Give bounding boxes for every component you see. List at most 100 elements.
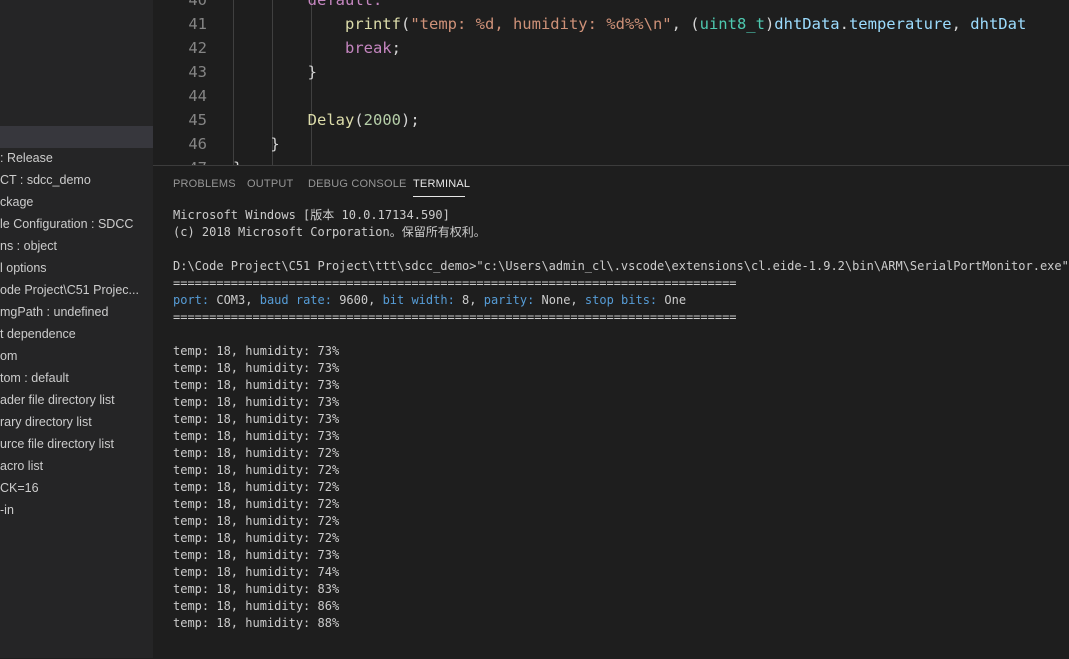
setting-key: stop bits: xyxy=(584,293,665,307)
code-token: ( xyxy=(400,15,411,33)
terminal-line: temp: 18, humidity: 72% xyxy=(173,514,340,528)
code-token: ); xyxy=(401,111,420,129)
code-token: dhtData xyxy=(774,15,840,33)
terminal-line: temp: 18, humidity: 73% xyxy=(173,378,340,392)
code-token: ; xyxy=(391,39,401,57)
terminal-line: temp: 18, humidity: 73% xyxy=(173,429,340,443)
code-text: } xyxy=(233,156,242,165)
code-token: , xyxy=(951,15,971,33)
code-text: break; xyxy=(233,36,401,60)
line-number: 47 xyxy=(153,156,207,165)
sidebar-tree-item[interactable]: le Configuration : SDCC xyxy=(0,213,133,235)
sidebar-tree-item[interactable]: ode Project\C51 Projec... xyxy=(0,279,139,301)
code-token: dhtDat xyxy=(970,15,1027,33)
code-token: uint8_t xyxy=(699,15,765,33)
terminal-line: D:\Code Project\C51 Project\ttt\sdcc_dem… xyxy=(173,259,1069,273)
code-token: ( xyxy=(354,111,364,129)
code-token: Delay xyxy=(307,111,355,129)
serial-port-settings-line: port: COM3, baud rate: 9600, bit width: … xyxy=(173,292,1069,309)
code-token: temperature xyxy=(848,15,952,33)
terminal-line: temp: 18, humidity: 72% xyxy=(173,446,340,460)
terminal-line: temp: 18, humidity: 73% xyxy=(173,344,340,358)
sidebar-tree-item[interactable]: ckage xyxy=(0,191,33,213)
terminal-line: temp: 18, humidity: 72% xyxy=(173,480,340,494)
terminal-line: temp: 18, humidity: 86% xyxy=(173,599,340,613)
tab-output[interactable]: OUTPUT xyxy=(247,178,293,190)
code-text: printf("temp: %d, humidity: %d%%\n", (ui… xyxy=(233,12,1026,36)
code-text: Delay(2000); xyxy=(233,108,420,132)
sidebar-tree-item[interactable]: mgPath : undefined xyxy=(0,301,108,323)
tab-problems[interactable]: PROBLEMS xyxy=(173,178,236,190)
sidebar-tree-item[interactable]: -in xyxy=(0,499,14,521)
code-token: ) xyxy=(764,15,775,33)
code-line[interactable]: 45 Delay(2000); xyxy=(153,108,1069,132)
line-number: 40 xyxy=(188,0,207,9)
setting-key: baud rate: xyxy=(259,293,340,307)
code-line[interactable]: 42 break; xyxy=(153,36,1069,60)
setting-value: 8, xyxy=(462,293,484,307)
terminal-line: temp: 18, humidity: 73% xyxy=(173,548,340,562)
line-number: 43 xyxy=(188,63,207,81)
tab-terminal[interactable]: TERMINAL xyxy=(413,178,470,190)
code-line[interactable]: 41 printf("temp: %d, humidity: %d%%\n", … xyxy=(153,12,1069,36)
line-number: 45 xyxy=(188,111,207,129)
terminal-line: temp: 18, humidity: 73% xyxy=(173,395,340,409)
code-editor[interactable]: 40 default: 41 printf("temp: %d, humidity… xyxy=(153,0,1069,165)
line-number: 41 xyxy=(188,15,207,33)
terminal-line: temp: 18, humidity: 74% xyxy=(173,565,340,579)
terminal-line: (c) 2018 Microsoft Corporation。保留所有权利。 xyxy=(173,225,486,239)
code-line[interactable]: 40 default: xyxy=(153,0,1069,12)
code-text: } xyxy=(233,132,280,156)
setting-value: COM3, xyxy=(216,293,260,307)
setting-key: parity: xyxy=(483,293,542,307)
sidebar-tree-item[interactable]: : Release xyxy=(0,147,53,169)
sidebar-tree-item[interactable]: t dependence xyxy=(0,323,76,345)
setting-value: 9600, xyxy=(339,293,383,307)
terminal-line: temp: 18, humidity: 83% xyxy=(173,582,340,596)
sidebar-tree-item[interactable]: ns : object xyxy=(0,235,57,257)
sidebar-tree-item[interactable]: ader file directory list xyxy=(0,389,115,411)
code-token: . xyxy=(839,15,849,33)
code-token: printf xyxy=(344,15,401,33)
sidebar-tree-item[interactable]: acro list xyxy=(0,455,43,477)
code-line[interactable]: 46 } xyxy=(153,132,1069,156)
terminal-line: Microsoft Windows [版本 10.0.17134.590] xyxy=(173,208,450,222)
sidebar-tree-item[interactable]: om xyxy=(0,345,17,367)
terminal-line: temp: 18, humidity: 73% xyxy=(173,361,340,375)
sidebar-tree-item[interactable]: rary directory list xyxy=(0,411,92,433)
code-token: default: xyxy=(307,0,383,9)
line-number: 42 xyxy=(188,39,207,57)
active-tab-indicator xyxy=(413,196,465,197)
sidebar-tree-item[interactable]: l options xyxy=(0,257,47,279)
terminal-line: temp: 18, humidity: 73% xyxy=(173,412,340,426)
sidebar-tree-item[interactable]: tom : default xyxy=(0,367,69,389)
code-token: 2000 xyxy=(363,111,401,129)
code-line[interactable]: 44 xyxy=(153,84,1069,108)
sidebar-selected-row[interactable] xyxy=(0,126,153,148)
setting-value: None, xyxy=(541,293,585,307)
code-token: break xyxy=(344,39,392,57)
code-line[interactable]: 43 } xyxy=(153,60,1069,84)
code-token: } xyxy=(307,63,317,81)
setting-key: port: xyxy=(173,293,217,307)
setting-key: bit width: xyxy=(382,293,463,307)
terminal-line: temp: 18, humidity: 72% xyxy=(173,463,340,477)
bottom-panel: PROBLEMS OUTPUT DEBUG CONSOLE TERMINAL M… xyxy=(153,165,1069,659)
code-text: } xyxy=(233,60,317,84)
sidebar-tree-item[interactable]: urce file directory list xyxy=(0,433,114,455)
code-token: } xyxy=(270,135,280,153)
terminal-output[interactable]: Microsoft Windows [版本 10.0.17134.590] (c)… xyxy=(173,207,1069,632)
explorer-sidebar: : Release CT : sdcc_demo ckage le Configura… xyxy=(0,0,153,658)
line-number: 44 xyxy=(188,87,207,105)
code-text: default: xyxy=(233,0,383,12)
tab-debug-console[interactable]: DEBUG CONSOLE xyxy=(308,178,407,190)
line-number: 46 xyxy=(188,135,207,153)
setting-value: One xyxy=(664,293,687,307)
sidebar-tree-item[interactable]: CT : sdcc_demo xyxy=(0,169,91,191)
sidebar-tree-item[interactable]: CK=16 xyxy=(0,477,39,499)
terminal-line: ========================================… xyxy=(173,276,737,290)
code-line[interactable]: 47} xyxy=(153,156,1069,165)
terminal-line: temp: 18, humidity: 72% xyxy=(173,497,340,511)
